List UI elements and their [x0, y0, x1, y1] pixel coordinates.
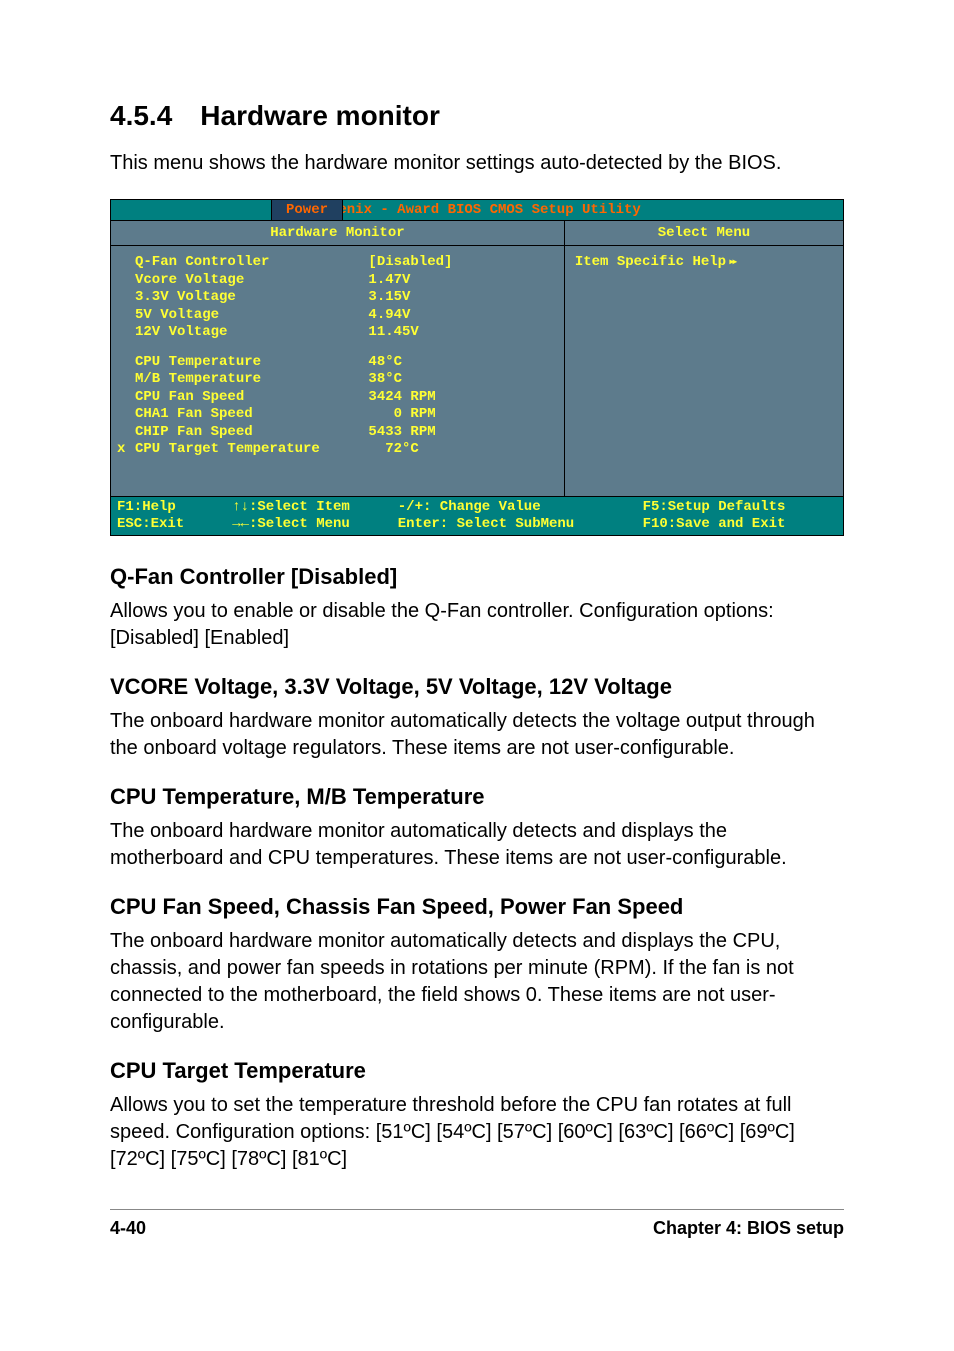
bios-row-value: 72°C — [368, 441, 551, 459]
bios-row[interactable]: 5V Voltage4.94V — [135, 307, 552, 325]
bios-row-marker: x — [117, 441, 125, 459]
bios-row-value: 5433 RPM — [368, 424, 551, 442]
subsection-body: Allows you to set the temperature thresh… — [110, 1092, 844, 1173]
section-title: Hardware monitor — [200, 100, 440, 131]
bios-titlebar: Phoenix - Award BIOS CMOS Setup Utility … — [111, 200, 843, 220]
section-number: 4.5.4 — [110, 100, 172, 132]
subsection-body: The onboard hardware monitor automatical… — [110, 708, 844, 762]
subsection-heading: VCORE Voltage, 3.3V Voltage, 5V Voltage,… — [110, 674, 844, 700]
bios-panel: Phoenix - Award BIOS CMOS Setup Utility … — [110, 199, 844, 536]
bios-header-row: Hardware Monitor Select Menu — [111, 220, 843, 246]
bios-body-main: Q-Fan Controller[Disabled]Vcore Voltage1… — [111, 246, 565, 496]
footer-exit: ESC:Exit — [117, 516, 184, 532]
subsection-heading: CPU Temperature, M/B Temperature — [110, 784, 844, 810]
bios-row-value: [Disabled] — [368, 254, 551, 272]
subsection-body: Allows you to enable or disable the Q-Fa… — [110, 598, 844, 652]
footer-select-item: ↑↓:Select Item — [232, 499, 350, 515]
bios-row[interactable]: M/B Temperature38°C — [135, 371, 552, 389]
footer-select-menu: →←:Select Menu — [232, 516, 350, 532]
bios-help-text: Item Specific Help — [575, 254, 735, 270]
footer-help: F1:Help — [117, 499, 176, 515]
page-footer: 4-40 Chapter 4: BIOS setup — [110, 1209, 844, 1239]
section-heading: 4.5.4 Hardware monitor — [110, 100, 844, 132]
bios-row[interactable]: CPU Fan Speed3424 RPM — [135, 389, 552, 407]
bios-row-label: 12V Voltage — [135, 324, 368, 342]
page-number: 4-40 — [110, 1218, 146, 1239]
bios-row-label: CHIP Fan Speed — [135, 424, 368, 442]
bios-row-value: 3424 RPM — [368, 389, 551, 407]
bios-help-pane: Item Specific Help — [565, 246, 843, 496]
bios-tab-power[interactable]: Power — [271, 199, 343, 220]
bios-row[interactable]: 12V Voltage11.45V — [135, 324, 552, 342]
bios-row-value: 3.15V — [368, 289, 551, 307]
subsection-heading: CPU Target Temperature — [110, 1058, 844, 1084]
bios-row-value: 11.45V — [368, 324, 551, 342]
subsection-body: The onboard hardware monitor automatical… — [110, 818, 844, 872]
bios-row-value: 38°C — [368, 371, 551, 389]
bios-row-value: 4.94V — [368, 307, 551, 325]
section-intro: This menu shows the hardware monitor set… — [110, 150, 844, 177]
bios-row-label: CPU Temperature — [135, 354, 368, 372]
subsection-heading: Q-Fan Controller [Disabled] — [110, 564, 844, 590]
bios-row-label: 3.3V Voltage — [135, 289, 368, 307]
bios-row-label: Vcore Voltage — [135, 272, 368, 290]
bios-row[interactable]: CHIP Fan Speed5433 RPM — [135, 424, 552, 442]
bios-side-header: Select Menu — [565, 221, 843, 245]
bios-row[interactable]: Vcore Voltage1.47V — [135, 272, 552, 290]
bios-main-header: Hardware Monitor — [111, 221, 565, 245]
bios-row[interactable]: CHA1 Fan Speed 0 RPM — [135, 406, 552, 424]
bios-title: Phoenix - Award BIOS CMOS Setup Utility — [313, 202, 641, 218]
bios-row[interactable]: 3.3V Voltage3.15V — [135, 289, 552, 307]
footer-change-value: -/+: Change Value — [398, 499, 541, 515]
bios-row-label: M/B Temperature — [135, 371, 368, 389]
footer-select-submenu: Enter: Select SubMenu — [398, 516, 574, 532]
chapter-label: Chapter 4: BIOS setup — [653, 1218, 844, 1239]
bios-row-label: xCPU Target Temperature — [135, 441, 368, 459]
bios-row-label: CHA1 Fan Speed — [135, 406, 368, 424]
bios-row-value: 48°C — [368, 354, 551, 372]
subsection-body: The onboard hardware monitor automatical… — [110, 928, 844, 1036]
bios-row[interactable]: Q-Fan Controller[Disabled] — [135, 254, 552, 272]
bios-body: Q-Fan Controller[Disabled]Vcore Voltage1… — [111, 246, 843, 496]
bios-row-label: 5V Voltage — [135, 307, 368, 325]
bios-row-value: 0 RPM — [368, 406, 551, 424]
footer-save-exit: F10:Save and Exit — [643, 516, 786, 532]
bios-row[interactable]: CPU Temperature48°C — [135, 354, 552, 372]
subsection-heading: CPU Fan Speed, Chassis Fan Speed, Power … — [110, 894, 844, 920]
bios-footer: F1:Help ESC:Exit ↑↓:Select Item →←:Selec… — [111, 496, 843, 535]
bios-row-label: CPU Fan Speed — [135, 389, 368, 407]
bios-row-value: 1.47V — [368, 272, 551, 290]
bios-row-label: Q-Fan Controller — [135, 254, 368, 272]
bios-row[interactable]: xCPU Target Temperature 72°C — [135, 441, 552, 459]
footer-setup-defaults: F5:Setup Defaults — [643, 499, 786, 515]
